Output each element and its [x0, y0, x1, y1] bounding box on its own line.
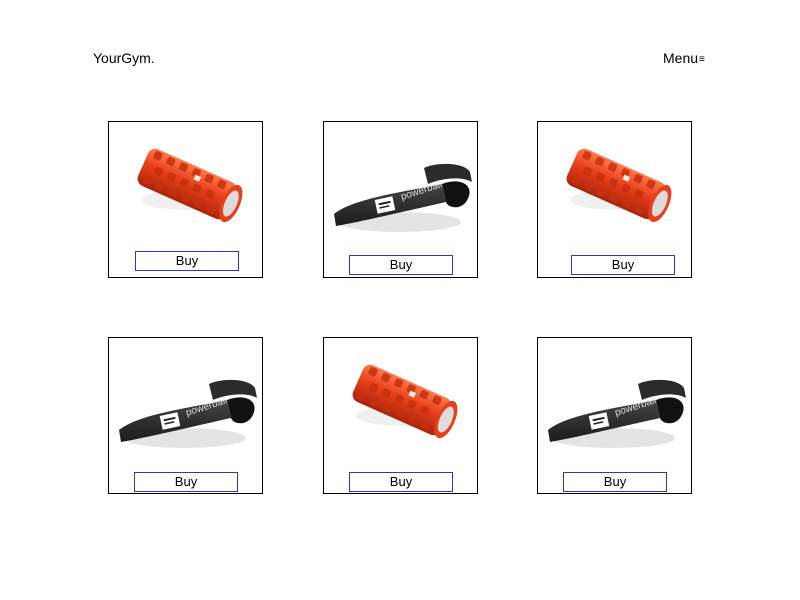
buy-button[interactable]: Buy	[571, 255, 675, 275]
resistance-band-image[interactable]	[324, 122, 477, 247]
buy-button[interactable]: Buy	[134, 472, 238, 492]
buy-button[interactable]: Buy	[349, 472, 453, 492]
buy-button[interactable]: Buy	[349, 255, 453, 275]
menu-label: Menu	[663, 50, 699, 66]
product-card: Buy	[537, 121, 692, 278]
hamburger-icon: ≡	[699, 54, 705, 65]
buy-button[interactable]: Buy	[135, 251, 239, 271]
resistance-band-image[interactable]	[538, 338, 691, 463]
brand-logo[interactable]: YourGym.	[93, 50, 155, 66]
resistance-band-image[interactable]	[109, 338, 262, 463]
product-card: Buy	[108, 337, 263, 494]
product-card: Buy	[323, 121, 478, 278]
foam-roller-image[interactable]	[109, 122, 262, 247]
menu-button[interactable]: Menu≡	[663, 50, 705, 68]
product-card: Buy	[108, 121, 263, 278]
foam-roller-image[interactable]	[324, 338, 477, 463]
buy-button[interactable]: Buy	[563, 472, 667, 492]
product-card: Buy	[537, 337, 692, 494]
foam-roller-image[interactable]	[538, 122, 691, 247]
product-card: Buy	[323, 337, 478, 494]
